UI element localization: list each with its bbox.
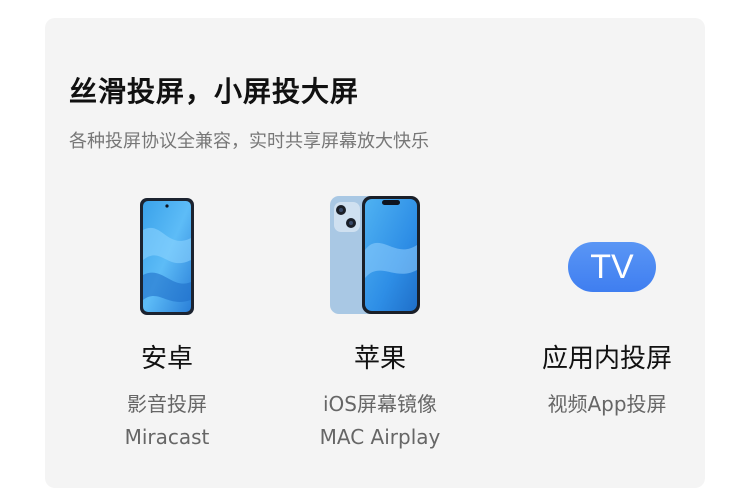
apple-column: 苹果 iOS屏幕镜像 MAC Airplay: [280, 190, 480, 454]
tv-badge-icon: TV: [568, 242, 656, 292]
inapp-desc: 视频App投屏: [507, 388, 707, 421]
android-desc-line1: 影音投屏: [127, 392, 207, 416]
android-title: 安卓: [140, 344, 193, 374]
iphone-icon: [330, 196, 420, 314]
apple-desc-line2: MAC Airplay: [319, 425, 441, 449]
android-desc-line2: Miracast: [124, 425, 210, 449]
android-desc: 影音投屏 Miracast: [67, 388, 267, 454]
tv-badge-text: TV: [590, 247, 634, 286]
apple-title: 苹果: [353, 344, 406, 374]
android-column: 安卓 影音投屏 Miracast: [67, 190, 267, 454]
apple-desc: iOS屏幕镜像 MAC Airplay: [280, 388, 480, 454]
page-title: 丝滑投屏，小屏投大屏: [69, 75, 360, 108]
inapp-column: TV 应用内投屏 视频App投屏: [507, 190, 707, 421]
android-phone-icon: [140, 198, 194, 315]
page-subtitle: 各种投屏协议全兼容，实时共享屏幕放大快乐: [69, 131, 429, 152]
inapp-desc-line1: 视频App投屏: [547, 392, 667, 416]
inapp-title: 应用内投屏: [541, 344, 672, 374]
apple-desc-line1: iOS屏幕镜像: [323, 392, 437, 416]
